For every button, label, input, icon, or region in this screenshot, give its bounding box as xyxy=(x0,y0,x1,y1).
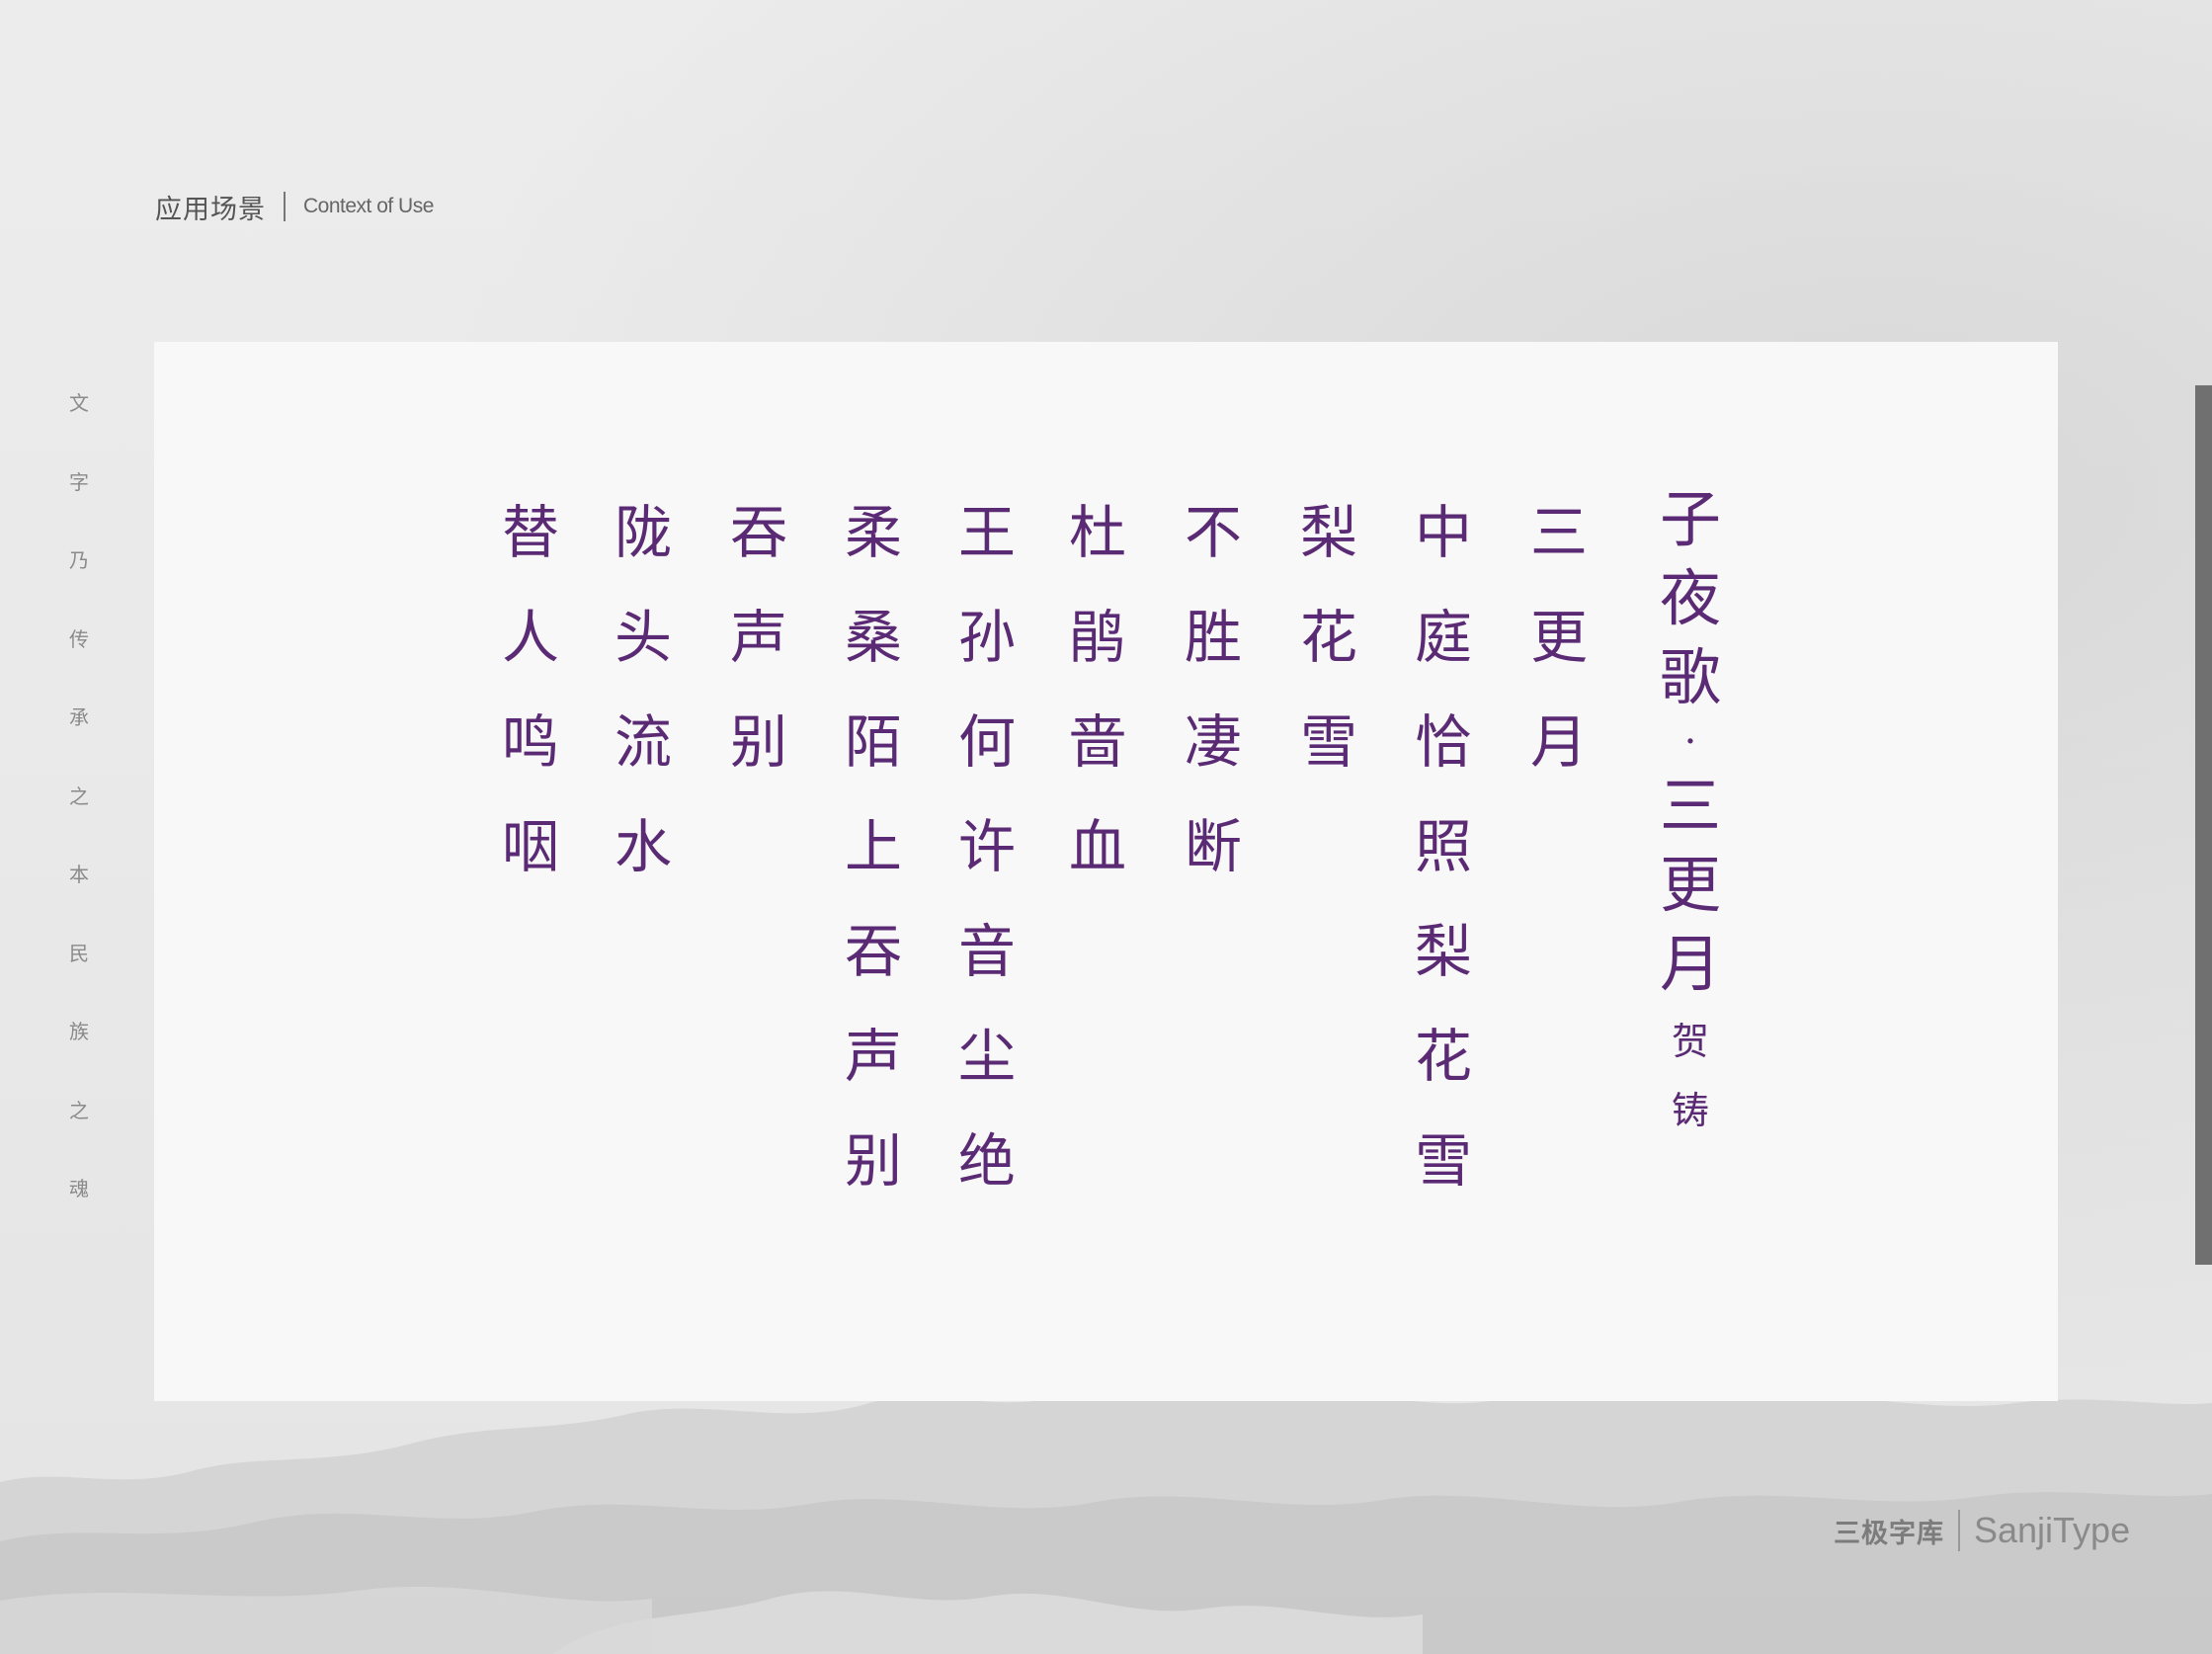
poem-char: 月 xyxy=(1529,708,1588,776)
poem-char: 许 xyxy=(957,813,1016,880)
poem-column: 杜 鹃 啬 血 xyxy=(1060,480,1135,899)
poem-char: 吞 xyxy=(844,918,902,985)
poem-char: 别 xyxy=(729,708,787,776)
poem-char: 恰 xyxy=(1414,708,1472,776)
poem-char: 尘 xyxy=(957,1023,1016,1090)
poem-column: 中 庭 恰 照 梨 花 雪 xyxy=(1406,480,1481,1213)
poem-char: 流 xyxy=(614,708,672,776)
poem-char: 孙 xyxy=(957,604,1016,671)
poem-title-char: 更 xyxy=(1659,849,1721,921)
poem-char: 何 xyxy=(957,708,1016,776)
slogan-char: 承 xyxy=(69,705,89,729)
poem-char: 声 xyxy=(844,1023,902,1090)
poem-char: 雪 xyxy=(1414,1127,1472,1195)
poem-char: 照 xyxy=(1414,813,1472,880)
poem-char: 王 xyxy=(957,499,1016,566)
slogan-char: 字 xyxy=(69,469,89,494)
poem-char: 吞 xyxy=(729,499,787,566)
poem-char: 人 xyxy=(501,604,559,671)
poem-char: 柔 xyxy=(844,499,902,566)
slogan-char: 文 xyxy=(69,391,89,415)
poem-column: 吞 声 别 xyxy=(721,480,796,794)
poem-column: 不 胜 凄 断 xyxy=(1176,480,1251,899)
poem-char: 绝 xyxy=(957,1127,1016,1195)
poem-char: 咽 xyxy=(501,813,559,880)
poem-char: 花 xyxy=(1414,1023,1472,1090)
poem-author-char: 贺 xyxy=(1671,1020,1709,1063)
poem-char: 上 xyxy=(844,813,902,880)
poem-char: 花 xyxy=(1299,604,1357,671)
poem-char: 庭 xyxy=(1414,604,1472,671)
poem-title-char: 子 xyxy=(1659,483,1721,555)
poem-char: 水 xyxy=(614,813,672,880)
poem-title-char: 三 xyxy=(1659,770,1721,842)
poem-char: 雪 xyxy=(1299,708,1357,776)
poem-char: 凄 xyxy=(1184,708,1242,776)
poem-char: 杜 xyxy=(1068,499,1126,566)
brand-logo: 三极字库 SanjiType xyxy=(1834,1510,2130,1551)
scrollbar[interactable] xyxy=(2195,385,2212,1265)
poem-title-char: 月 xyxy=(1659,928,1721,1000)
poem-char: 声 xyxy=(729,604,787,671)
poem-title-dot: · xyxy=(1683,719,1697,765)
slogan-char: 魂 xyxy=(69,1177,89,1200)
slogan-char: 之 xyxy=(69,784,89,808)
section-title-zh: 应用场景 xyxy=(155,194,266,225)
poem-char: 桑 xyxy=(844,604,902,671)
poem-char: 啬 xyxy=(1068,708,1126,776)
poem-char: 血 xyxy=(1068,813,1126,880)
poem-author-char: 铸 xyxy=(1671,1089,1709,1132)
brand-divider xyxy=(1958,1510,1960,1551)
poem-char: 陌 xyxy=(844,708,902,776)
poem-char: 鹃 xyxy=(1068,604,1126,671)
poem-char: 更 xyxy=(1529,604,1588,671)
poem-char: 不 xyxy=(1184,499,1242,566)
poem-char: 音 xyxy=(957,918,1016,985)
side-slogan: 文 字 乃 传 承 之 本 民 族 之 魂 xyxy=(61,387,97,1252)
slogan-char: 本 xyxy=(69,863,89,886)
poem-title-column: 子 夜 歌 · 三 更 月 贺 铸 xyxy=(1646,480,1735,1142)
slogan-char: 族 xyxy=(69,1020,89,1043)
poem-char: 鸣 xyxy=(501,708,559,776)
slogan-char: 乃 xyxy=(69,548,89,572)
section-header: 应用场景 Context of Use xyxy=(155,182,434,231)
poem-char: 中 xyxy=(1414,499,1472,566)
slogan-char: 之 xyxy=(69,1098,89,1122)
poem-title-char: 夜 xyxy=(1659,562,1721,634)
poem-column: 柔 桑 陌 上 吞 声 别 xyxy=(836,480,911,1213)
header-divider xyxy=(284,192,286,221)
slogan-char: 传 xyxy=(69,626,89,651)
poem-char: 断 xyxy=(1184,813,1242,880)
poem-char: 别 xyxy=(844,1127,902,1195)
poem-char: 梨 xyxy=(1414,918,1472,985)
brand-name-en: SanjiType xyxy=(1974,1510,2131,1550)
poem-column: 梨 花 雪 xyxy=(1291,480,1366,794)
poem-title-char: 歌 xyxy=(1659,641,1721,713)
poem-char: 头 xyxy=(614,604,672,671)
poem-char: 三 xyxy=(1529,499,1588,566)
brand-name-zh: 三极字库 xyxy=(1834,1518,1944,1549)
section-title-en: Context of Use xyxy=(303,195,434,217)
poem: 子 夜 歌 · 三 更 月 贺 铸 三 更 月 中 庭 恰 照 梨 花 雪 梨 … xyxy=(154,342,2058,1401)
poem-column: 陇 头 流 水 xyxy=(606,480,681,899)
poem-char: 替 xyxy=(501,499,559,566)
poem-char: 梨 xyxy=(1299,499,1357,566)
slogan-char: 民 xyxy=(69,941,89,965)
poem-char: 陇 xyxy=(614,499,672,566)
poem-column: 王 孙 何 许 音 尘 绝 xyxy=(949,480,1024,1213)
poem-column: 替 人 鸣 咽 xyxy=(493,480,568,899)
poem-char: 胜 xyxy=(1184,604,1242,671)
poem-card: 子 夜 歌 · 三 更 月 贺 铸 三 更 月 中 庭 恰 照 梨 花 雪 梨 … xyxy=(154,342,2058,1401)
poem-column: 三 更 月 xyxy=(1521,480,1597,794)
